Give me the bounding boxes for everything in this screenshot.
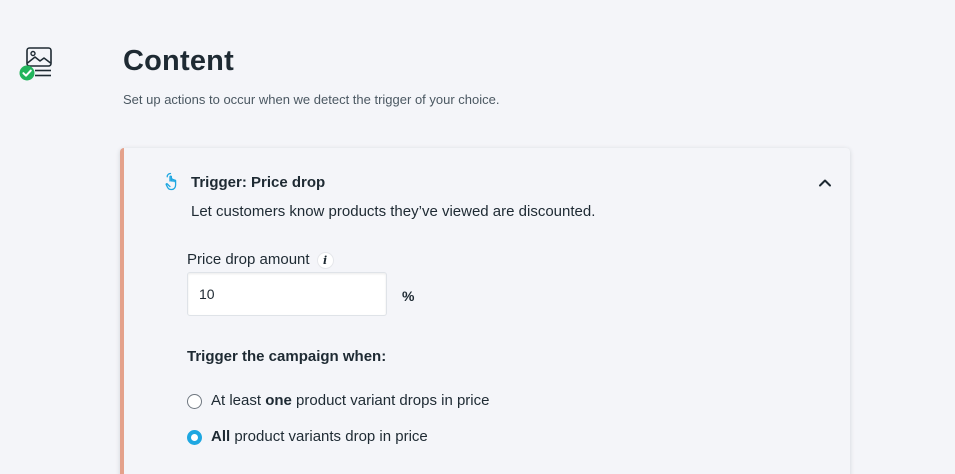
chevron-up-icon (819, 179, 831, 187)
campaign-condition-heading: Trigger the campaign when: (187, 348, 387, 365)
trigger-description: Let customers know products they’ve view… (191, 203, 596, 220)
page-title: Content (123, 45, 234, 77)
price-drop-label-text: Price drop amount (187, 251, 310, 268)
option-all-variants[interactable]: All product variants drop in price (187, 428, 428, 446)
check-circle-icon (19, 65, 35, 81)
price-drop-label: Price drop amount i (187, 251, 333, 269)
info-icon[interactable]: i (317, 252, 333, 268)
option-label: At least one product variant drops in pr… (211, 392, 490, 409)
trigger-card: Trigger: Price drop Let customers know p… (120, 148, 850, 474)
image-content-icon (18, 44, 58, 84)
option-at-least-one-variant[interactable]: At least one product variant drops in pr… (187, 392, 489, 410)
hand-pointer-icon (164, 172, 182, 192)
radio-button[interactable] (187, 393, 202, 409)
page-subtitle: Set up actions to occur when we detect t… (123, 92, 500, 107)
price-drop-amount-input[interactable] (187, 272, 387, 316)
percent-unit: % (402, 288, 415, 304)
collapse-button[interactable] (816, 174, 834, 192)
trigger-title: Trigger: Price drop (191, 174, 326, 191)
page: Content Set up actions to occur when we … (0, 0, 955, 474)
option-label: All product variants drop in price (211, 428, 428, 445)
radio-button-selected[interactable] (187, 429, 202, 445)
